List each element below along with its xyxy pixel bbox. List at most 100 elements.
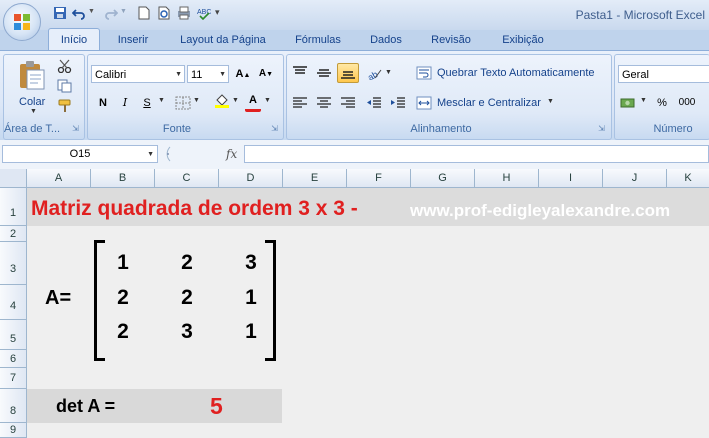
font-name-combo[interactable]: Calibri ▼ xyxy=(91,65,185,83)
align-left-icon[interactable] xyxy=(292,96,308,110)
format-painter-icon[interactable] xyxy=(57,99,73,113)
column-header-e[interactable]: E xyxy=(283,169,347,188)
determinant-value: 5 xyxy=(210,393,223,419)
font-color-button[interactable]: A xyxy=(245,92,261,112)
office-logo-icon xyxy=(14,14,30,30)
office-button[interactable] xyxy=(3,3,41,41)
column-header-j[interactable]: J xyxy=(603,169,667,188)
increase-indent-icon[interactable] xyxy=(390,96,406,110)
orientation-icon[interactable]: ab xyxy=(366,66,382,80)
tab-exibicao[interactable]: Exibição xyxy=(492,30,554,50)
name-box[interactable]: O15 ▼ xyxy=(2,145,158,163)
column-header-c[interactable]: C xyxy=(155,169,219,188)
matrix-cell-r1c2: 2 xyxy=(181,251,193,274)
copy-icon[interactable] xyxy=(57,79,73,93)
undo-dropdown-icon[interactable]: ▼ xyxy=(88,8,95,15)
tab-revisao[interactable]: Revisão xyxy=(420,30,482,50)
align-center-icon[interactable] xyxy=(316,96,332,110)
svg-text:ABC: ABC xyxy=(197,9,211,16)
redo-icon[interactable] xyxy=(104,6,118,20)
accounting-format-icon[interactable] xyxy=(620,96,636,110)
merge-center-button[interactable]: Mesclar e Centralizar xyxy=(437,94,541,112)
column-header-i[interactable]: I xyxy=(539,169,603,188)
tab-formulas[interactable]: Fórmulas xyxy=(286,30,350,50)
row-header-4[interactable]: 4 xyxy=(0,285,27,320)
wrap-text-button[interactable]: Quebrar Texto Automaticamente xyxy=(437,64,595,82)
redo-dropdown-icon[interactable]: ▼ xyxy=(120,8,127,15)
font-name-dropdown-icon[interactable]: ▼ xyxy=(175,66,182,84)
font-size-dropdown-icon[interactable]: ▼ xyxy=(219,66,226,84)
font-launcher-icon[interactable]: ⇲ xyxy=(270,124,279,133)
matrix-right-bracket xyxy=(265,240,276,361)
paste-dropdown-icon[interactable]: ▼ xyxy=(30,108,37,115)
spelling-icon[interactable]: ABC xyxy=(197,6,211,20)
row-header-3[interactable]: 3 xyxy=(0,242,27,285)
borders-icon[interactable] xyxy=(175,96,191,110)
tab-inicio[interactable]: Início xyxy=(48,28,100,51)
matrix-cell-r3c2: 3 xyxy=(181,320,193,343)
column-header-h[interactable]: H xyxy=(475,169,539,188)
shrink-font-button[interactable]: A▼ xyxy=(256,64,276,84)
borders-dropdown-icon[interactable]: ▼ xyxy=(193,97,200,104)
cut-icon[interactable] xyxy=(57,59,73,73)
column-header-g[interactable]: G xyxy=(411,169,475,188)
determinant-label: det A = xyxy=(56,396,116,416)
paste-icon[interactable] xyxy=(17,59,47,91)
underline-dropdown-icon[interactable]: ▼ xyxy=(158,97,165,104)
row-header-8[interactable]: 8 xyxy=(0,389,27,423)
undo-icon[interactable] xyxy=(72,6,86,20)
matrix-cell-r1c3: 3 xyxy=(245,251,257,274)
clipboard-launcher-icon[interactable]: ⇲ xyxy=(71,124,80,133)
fill-color-icon[interactable] xyxy=(214,94,230,108)
website-url: www.prof-edigleyalexandre.com xyxy=(410,201,671,220)
column-header-b[interactable]: B xyxy=(91,169,155,188)
name-box-dropdown-icon[interactable]: ▼ xyxy=(147,147,154,163)
fill-color-dropdown-icon[interactable]: ▼ xyxy=(232,97,239,104)
number-format-combo[interactable]: Geral xyxy=(618,65,709,83)
print-preview-icon[interactable] xyxy=(157,6,171,20)
row-header-6[interactable]: 6 xyxy=(0,350,27,368)
tab-dados[interactable]: Dados xyxy=(362,30,410,50)
matrix-cell-r2c2: 2 xyxy=(181,286,193,309)
bold-button[interactable]: N xyxy=(93,93,113,113)
decrease-indent-icon[interactable] xyxy=(366,96,382,110)
column-header-d[interactable]: D xyxy=(219,169,283,188)
number-group-label: Número xyxy=(653,123,693,135)
tab-layout-da-pagina[interactable]: Layout da Página xyxy=(170,30,276,50)
align-top-icon[interactable] xyxy=(292,66,308,80)
row-header-7[interactable]: 7 xyxy=(0,368,27,389)
merge-center-dropdown-icon[interactable]: ▼ xyxy=(547,98,554,105)
tab-inserir[interactable]: Inserir xyxy=(108,30,158,50)
accounting-dropdown-icon[interactable]: ▼ xyxy=(640,97,647,104)
formula-bar-divider-icon[interactable] xyxy=(162,145,222,163)
number-format-value: Geral xyxy=(622,69,649,81)
row-header-9[interactable]: 9 xyxy=(0,423,27,438)
italic-button[interactable]: I xyxy=(115,93,135,113)
new-document-icon[interactable] xyxy=(137,6,151,20)
column-header-k[interactable]: K xyxy=(667,169,709,188)
orientation-dropdown-icon[interactable]: ▼ xyxy=(385,69,392,76)
font-size-combo[interactable]: 11 ▼ xyxy=(187,65,229,83)
wrap-text-icon[interactable] xyxy=(416,66,432,80)
select-all-corner[interactable] xyxy=(0,169,27,188)
save-icon[interactable] xyxy=(53,6,67,20)
align-middle-icon[interactable] xyxy=(316,66,332,80)
alignment-launcher-icon[interactable]: ⇲ xyxy=(597,124,606,133)
row-header-5[interactable]: 5 xyxy=(0,320,27,350)
formula-input[interactable] xyxy=(244,145,709,163)
font-color-dropdown-icon[interactable]: ▼ xyxy=(264,97,271,104)
merge-center-icon[interactable] xyxy=(416,96,432,110)
quick-print-icon[interactable] xyxy=(177,6,191,20)
insert-function-button[interactable]: fx xyxy=(226,147,237,161)
align-bottom-button[interactable] xyxy=(337,63,359,83)
row-header-2[interactable]: 2 xyxy=(0,226,27,242)
column-header-f[interactable]: F xyxy=(347,169,411,188)
column-header-a[interactable]: A xyxy=(27,169,91,188)
grow-font-button[interactable]: A▲ xyxy=(233,64,253,84)
percent-style-button[interactable]: % xyxy=(653,93,671,113)
comma-style-button[interactable]: 000 xyxy=(675,93,699,113)
align-right-icon[interactable] xyxy=(340,96,356,110)
row-header-1[interactable]: 1 xyxy=(0,188,27,226)
underline-button[interactable]: S xyxy=(137,93,157,113)
customize-qat-icon[interactable]: ▾ xyxy=(215,7,220,18)
